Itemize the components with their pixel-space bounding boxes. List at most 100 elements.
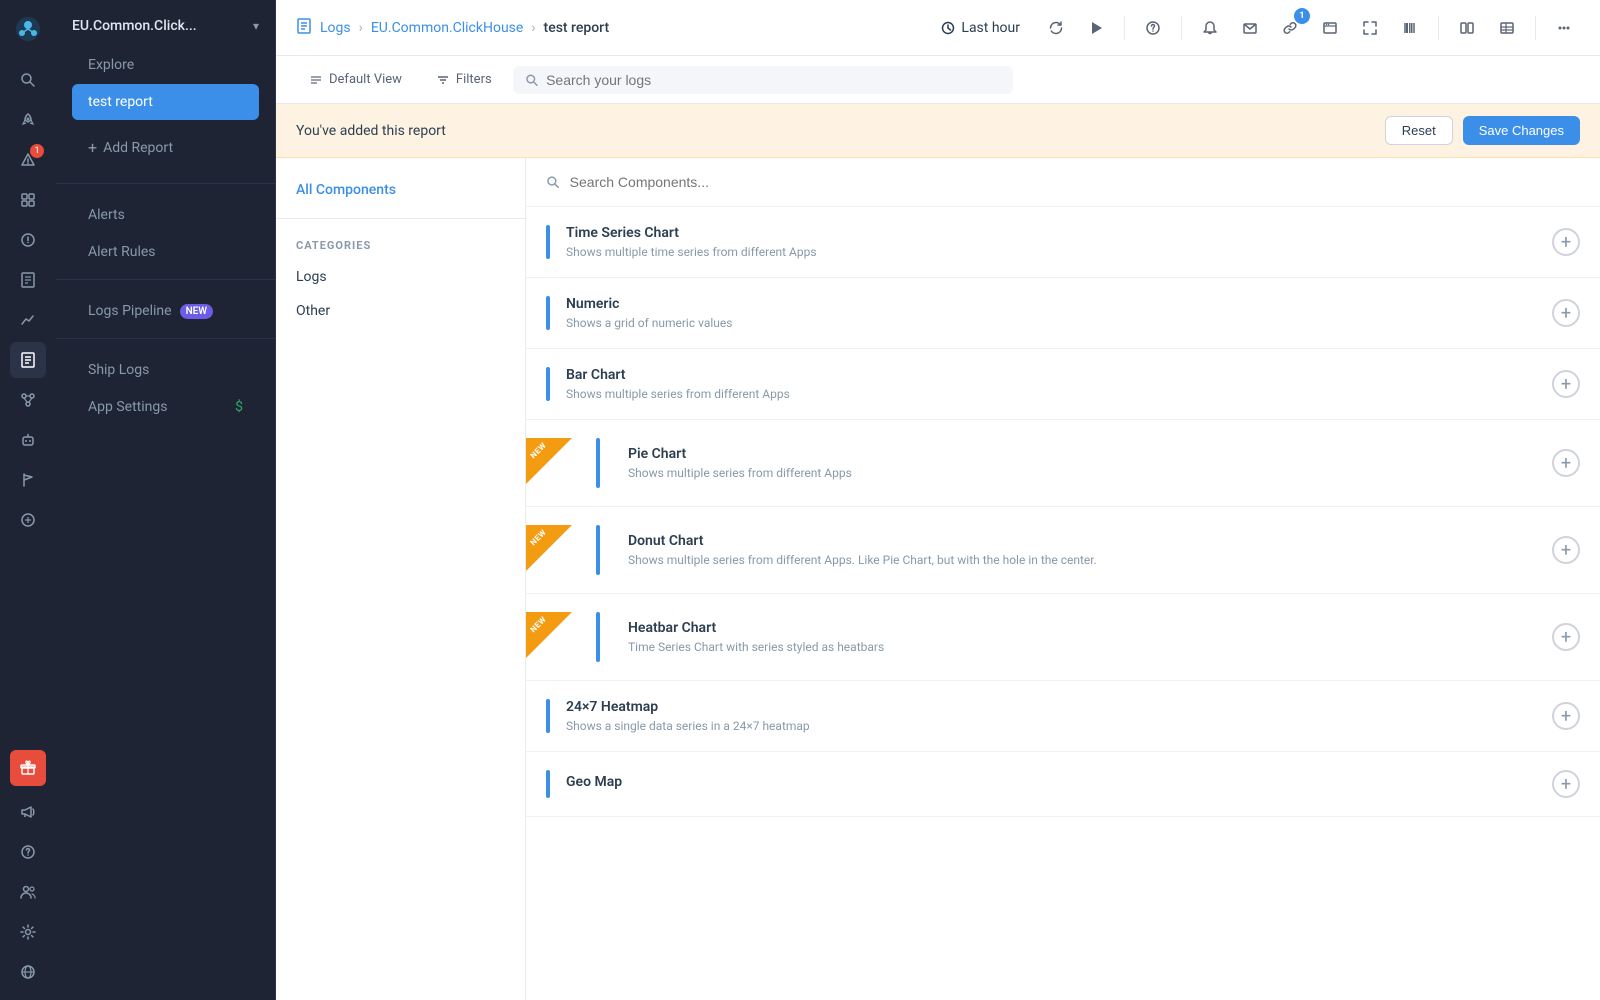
dashboard-nav-icon[interactable] (10, 182, 46, 218)
app-logo[interactable] (9, 10, 47, 48)
heatbar-chart-title: Heatbar Chart (628, 620, 1536, 636)
fullscreen-button[interactable] (1354, 12, 1386, 44)
add-bar-chart-button[interactable]: + (1552, 370, 1580, 398)
split-view-button[interactable] (1451, 12, 1483, 44)
item-border (546, 296, 550, 330)
toolbar: Default View Filters (276, 56, 1600, 104)
help-bottom-icon[interactable] (10, 834, 46, 870)
add-pie-chart-button[interactable]: + (1552, 449, 1580, 477)
rocket-nav-icon[interactable] (10, 102, 46, 138)
ship-logs-nav[interactable]: Ship Logs (72, 352, 259, 388)
pie-chart-title: Pie Chart (628, 446, 1536, 462)
default-view-button[interactable]: Default View (296, 65, 415, 94)
item-border (546, 367, 550, 401)
barcode-button[interactable] (1394, 12, 1426, 44)
donut-chart-title: Donut Chart (628, 533, 1536, 549)
logs-category-item[interactable]: Logs (276, 260, 525, 294)
link-button[interactable]: 1 (1274, 12, 1306, 44)
logs-nav-icon[interactable] (10, 342, 46, 378)
item-border (596, 612, 600, 662)
mail-button[interactable] (1234, 12, 1266, 44)
numeric-item: Numeric Shows a grid of numeric values + (526, 278, 1600, 349)
explore-nav[interactable]: Explore (72, 47, 259, 83)
notification-bar: You've added this report Reset Save Chan… (276, 104, 1600, 158)
pipeline-nav-icon[interactable] (10, 382, 46, 418)
bell-button[interactable] (1194, 12, 1226, 44)
divider4 (1535, 16, 1536, 40)
breadcrumb-logs-link[interactable]: Logs (320, 20, 351, 36)
time-selector[interactable]: Last hour (929, 14, 1032, 42)
app-settings-nav[interactable]: App Settings $ (72, 389, 259, 425)
new-pipeline-badge: NEW (180, 304, 214, 319)
app-name-label: EU.Common.Click... (72, 18, 253, 34)
divider3 (1438, 16, 1439, 40)
other-category-item[interactable]: Other (276, 294, 525, 328)
heatmap-item: 24×7 Heatmap Shows a single data series … (526, 681, 1600, 752)
add-heatmap-button[interactable]: + (1552, 702, 1580, 730)
refresh-button[interactable] (1040, 12, 1072, 44)
add-time-series-button[interactable]: + (1552, 228, 1580, 256)
pie-chart-item: NEW Pie Chart Shows multiple series from… (526, 420, 1600, 507)
test-report-nav[interactable]: test report (72, 84, 259, 120)
metrics-nav-icon[interactable] (10, 302, 46, 338)
alerts-nav[interactable]: Alerts (72, 197, 259, 233)
icon-sidebar: 1 (0, 0, 56, 1000)
add-numeric-button[interactable]: + (1552, 299, 1580, 327)
left-panel: EU.Common.Click... ▾ Explore test report… (56, 0, 276, 1000)
components-search-input[interactable] (570, 174, 1580, 190)
megaphone-nav-icon[interactable] (10, 794, 46, 830)
add-donut-chart-button[interactable]: + (1552, 536, 1580, 564)
dollar-badge: $ (235, 399, 243, 415)
embed-button[interactable] (1314, 12, 1346, 44)
reset-button[interactable]: Reset (1385, 116, 1453, 145)
alert-nav-icon[interactable]: 1 (10, 142, 46, 178)
team-nav-icon[interactable] (10, 874, 46, 910)
donut-chart-info: Donut Chart Shows multiple series from d… (628, 533, 1536, 567)
alert-rules-nav[interactable]: Alert Rules (72, 234, 259, 270)
play-button[interactable] (1080, 12, 1112, 44)
help-button[interactable] (1137, 12, 1169, 44)
time-series-chart-item: Time Series Chart Shows multiple time se… (526, 207, 1600, 278)
chevron-icon[interactable]: ▾ (253, 19, 259, 33)
log-search-bar[interactable] (513, 66, 1013, 94)
breadcrumb-sep1: › (359, 20, 363, 36)
default-view-label: Default View (329, 72, 402, 87)
reports-nav-icon[interactable] (10, 262, 46, 298)
search-nav-icon[interactable] (10, 62, 46, 98)
divider1 (1124, 16, 1125, 40)
incidents-nav-icon[interactable] (10, 222, 46, 258)
save-changes-button[interactable]: Save Changes (1463, 116, 1580, 145)
all-components-link[interactable]: All Components (276, 174, 525, 206)
time-series-chart-title: Time Series Chart (566, 225, 1536, 241)
log-search-input[interactable] (546, 72, 1001, 88)
heatbar-chart-desc: Time Series Chart with series styled as … (628, 640, 1536, 654)
more-button[interactable] (1548, 12, 1580, 44)
filters-button[interactable]: Filters (423, 65, 505, 94)
flag-nav-icon[interactable] (10, 462, 46, 498)
categories-label: CATEGORIES (276, 231, 525, 260)
gift-button[interactable] (10, 750, 46, 786)
settings-bottom-icon[interactable] (10, 914, 46, 950)
bots-nav-icon[interactable] (10, 422, 46, 458)
top-bar: Logs › EU.Common.ClickHouse › test repor… (276, 0, 1600, 56)
heatbar-chart-info: Heatbar Chart Time Series Chart with ser… (628, 620, 1536, 654)
geo-map-item: Geo Map + (526, 752, 1600, 817)
table-view-button[interactable] (1491, 12, 1523, 44)
plus-icon: + (88, 138, 97, 157)
breadcrumb-app-link[interactable]: EU.Common.ClickHouse (371, 20, 523, 36)
globe-nav-icon[interactable] (10, 954, 46, 990)
logs-pipeline-nav[interactable]: Logs Pipeline NEW (72, 293, 259, 329)
time-label: Last hour (961, 20, 1020, 36)
item-border (546, 770, 550, 798)
breadcrumb-logs-icon (296, 18, 312, 38)
link-badge: 1 (1294, 8, 1310, 24)
add-report-button[interactable]: + Add Report (72, 128, 259, 167)
numeric-desc: Shows a grid of numeric values (566, 316, 1536, 330)
extensions-nav-icon[interactable] (10, 502, 46, 538)
components-search-bar[interactable] (526, 158, 1600, 207)
geo-map-title: Geo Map (566, 774, 1536, 790)
add-geo-map-button[interactable]: + (1552, 770, 1580, 798)
app-header[interactable]: EU.Common.Click... ▾ (56, 0, 275, 46)
add-heatbar-button[interactable]: + (1552, 623, 1580, 651)
divider2 (1181, 16, 1182, 40)
